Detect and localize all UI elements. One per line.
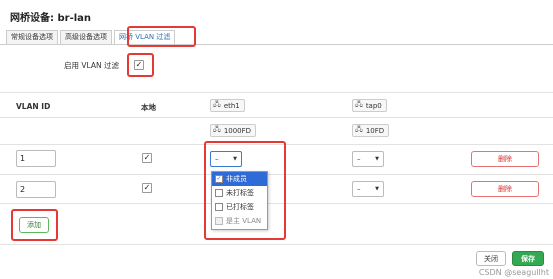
highlight-box-tab xyxy=(127,26,196,47)
port-tap0-name: tap0 xyxy=(365,101,382,110)
delete-button[interactable]: 删除 xyxy=(471,151,539,167)
tab-general-options[interactable]: 常规设备选项 xyxy=(6,30,58,44)
port-tap0-speed: 🖧 10FD xyxy=(352,124,390,137)
watermark: CSDN @seagullht xyxy=(478,268,549,277)
port-tap0-speed-text: 10FD xyxy=(365,126,385,135)
footer-divider xyxy=(0,244,553,245)
vlan-id-input[interactable]: 1 xyxy=(16,150,56,167)
tab-advanced-options[interactable]: 高级设备选项 xyxy=(60,30,112,44)
tap0-membership-select[interactable]: – ▼ xyxy=(352,181,384,197)
checkmark-icon: ✓ xyxy=(143,183,151,192)
caret-down-icon: ▼ xyxy=(375,186,379,192)
highlight-box-add xyxy=(11,209,58,241)
save-button[interactable]: 保存 xyxy=(512,251,544,266)
select-value: – xyxy=(357,155,361,163)
header-vlan-id: VLAN ID xyxy=(16,102,51,111)
vlan-filter-label: 启用 VLAN 过滤 xyxy=(64,61,119,70)
ethernet-port-icon: 🖧 xyxy=(213,100,221,108)
close-button[interactable]: 关闭 xyxy=(476,251,506,266)
port-eth1: 🖧 eth1 xyxy=(210,99,245,112)
port-eth1-name: eth1 xyxy=(223,101,240,110)
local-checkbox[interactable]: ✓ xyxy=(142,153,152,163)
table-divider xyxy=(0,92,553,93)
table-divider xyxy=(0,117,553,118)
ethernet-port-icon: 🖧 xyxy=(355,100,363,108)
highlight-box-vlan-filter xyxy=(127,53,154,77)
header-local: 本地 xyxy=(141,103,156,112)
caret-down-icon: ▼ xyxy=(375,156,379,162)
checkmark-icon: ✓ xyxy=(143,153,151,162)
delete-button[interactable]: 删除 xyxy=(471,181,539,197)
port-eth1-speed-text: 1000FD xyxy=(223,126,252,135)
port-eth1-speed: 🖧 1000FD xyxy=(210,124,257,137)
port-tap0: 🖧 tap0 xyxy=(352,99,387,112)
tab-divider xyxy=(0,44,553,45)
highlight-box-dropdown xyxy=(204,141,286,240)
local-checkbox[interactable]: ✓ xyxy=(142,183,152,193)
ethernet-port-icon: 🖧 xyxy=(355,125,363,133)
tap0-membership-select[interactable]: – ▼ xyxy=(352,151,384,167)
dialog-title: 网桥设备: br-lan xyxy=(10,13,92,24)
ethernet-port-icon: 🖧 xyxy=(213,125,221,133)
vlan-id-input[interactable]: 2 xyxy=(16,181,56,198)
select-value: – xyxy=(357,185,361,193)
